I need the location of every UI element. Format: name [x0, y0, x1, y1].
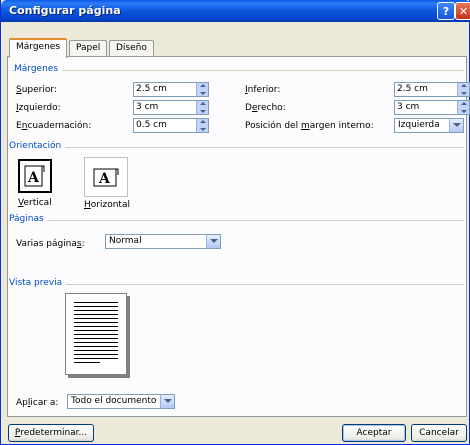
- portrait-orientation-button[interactable]: A: [18, 159, 52, 193]
- preview-group-line: [12, 284, 464, 285]
- tab-margenes[interactable]: Márgenes: [9, 38, 68, 58]
- pages-group-line: [12, 220, 464, 221]
- aplicar-a-select[interactable]: Todo el documento: [67, 394, 175, 409]
- landscape-orientation-button[interactable]: A: [84, 157, 128, 197]
- aplicar-a-value: Todo el documento: [71, 396, 157, 406]
- varias-paginas-label: Varias páginas:: [16, 239, 85, 249]
- landscape-glyph: A: [98, 171, 111, 187]
- aceptar-button[interactable]: Aceptar: [342, 424, 406, 442]
- superior-spin-arrows-icon[interactable]: [196, 83, 208, 96]
- close-icon[interactable]: ✕: [455, 2, 470, 20]
- izquierdo-label: Izquierdo:: [16, 103, 61, 113]
- portrait-page-icon: A: [24, 165, 45, 187]
- chevron-down-icon[interactable]: [449, 119, 463, 132]
- encuadernacion-spin-arrows-icon[interactable]: [196, 119, 208, 132]
- tab-panel: Márgenes Superior: 2.5 cm Inferior: 2.5 …: [7, 56, 470, 417]
- tab-papel[interactable]: Papel: [69, 40, 108, 57]
- derecho-spinner[interactable]: 3 cm: [394, 100, 470, 115]
- varias-paginas-value: Normal: [109, 236, 142, 246]
- aplicar-a-label: Aplicar a:: [16, 398, 59, 408]
- inferior-spinner[interactable]: 2.5 cm: [394, 82, 470, 97]
- title-bar[interactable]: Configurar página ? ✕: [1, 0, 470, 22]
- margins-group-label: Márgenes: [14, 64, 63, 74]
- derecho-label: Derecho:: [245, 103, 286, 113]
- dialog-title: Configurar página: [9, 4, 121, 17]
- help-icon[interactable]: ?: [437, 2, 455, 20]
- chevron-down-icon[interactable]: [206, 235, 220, 248]
- chevron-down-icon[interactable]: [160, 395, 174, 408]
- izquierdo-spinner[interactable]: 3 cm: [133, 100, 209, 115]
- derecho-spin-arrows-icon[interactable]: [457, 101, 469, 114]
- landscape-page-icon: A: [93, 168, 119, 187]
- preview-page-thumbnail: [65, 293, 127, 375]
- cancelar-button[interactable]: Cancelar: [411, 424, 467, 442]
- encuadernacion-value: 0.5 cm: [136, 120, 167, 130]
- posicion-margen-select[interactable]: Izquierda: [394, 118, 464, 133]
- encuadernacion-spinner[interactable]: 0.5 cm: [133, 118, 209, 133]
- orientation-group-label: Orientación: [9, 141, 66, 151]
- varias-paginas-select[interactable]: Normal: [105, 234, 221, 249]
- superior-spinner[interactable]: 2.5 cm: [133, 82, 209, 97]
- pages-group-label: Páginas: [9, 214, 48, 224]
- inferior-value: 2.5 cm: [397, 84, 428, 94]
- derecho-value: 3 cm: [397, 102, 420, 112]
- inferior-spin-arrows-icon[interactable]: [457, 83, 469, 96]
- predeterminar-button[interactable]: Predeterminar...: [8, 424, 94, 442]
- superior-label: Superior:: [16, 85, 57, 95]
- posicion-margen-label: Posición del margen interno:: [245, 121, 374, 131]
- portrait-glyph: A: [27, 170, 40, 186]
- margins-group-line: [12, 70, 464, 71]
- encuadernacion-label: Encuadernación:: [16, 121, 92, 131]
- preview-group-label: Vista previa: [9, 278, 67, 288]
- izquierdo-spin-arrows-icon[interactable]: [196, 101, 208, 114]
- vertical-label: Vertical: [18, 198, 52, 208]
- horizontal-label: Horizontal: [84, 200, 130, 210]
- page-setup-dialog: Configurar página ? ✕ Márgenes Papel Dis…: [0, 0, 470, 445]
- izquierdo-value: 3 cm: [136, 102, 159, 112]
- tab-diseno[interactable]: Diseño: [109, 40, 154, 57]
- posicion-margen-value: Izquierda: [398, 120, 440, 130]
- inferior-label: Inferior:: [245, 85, 281, 95]
- orientation-group-line: [12, 147, 464, 148]
- superior-value: 2.5 cm: [136, 84, 167, 94]
